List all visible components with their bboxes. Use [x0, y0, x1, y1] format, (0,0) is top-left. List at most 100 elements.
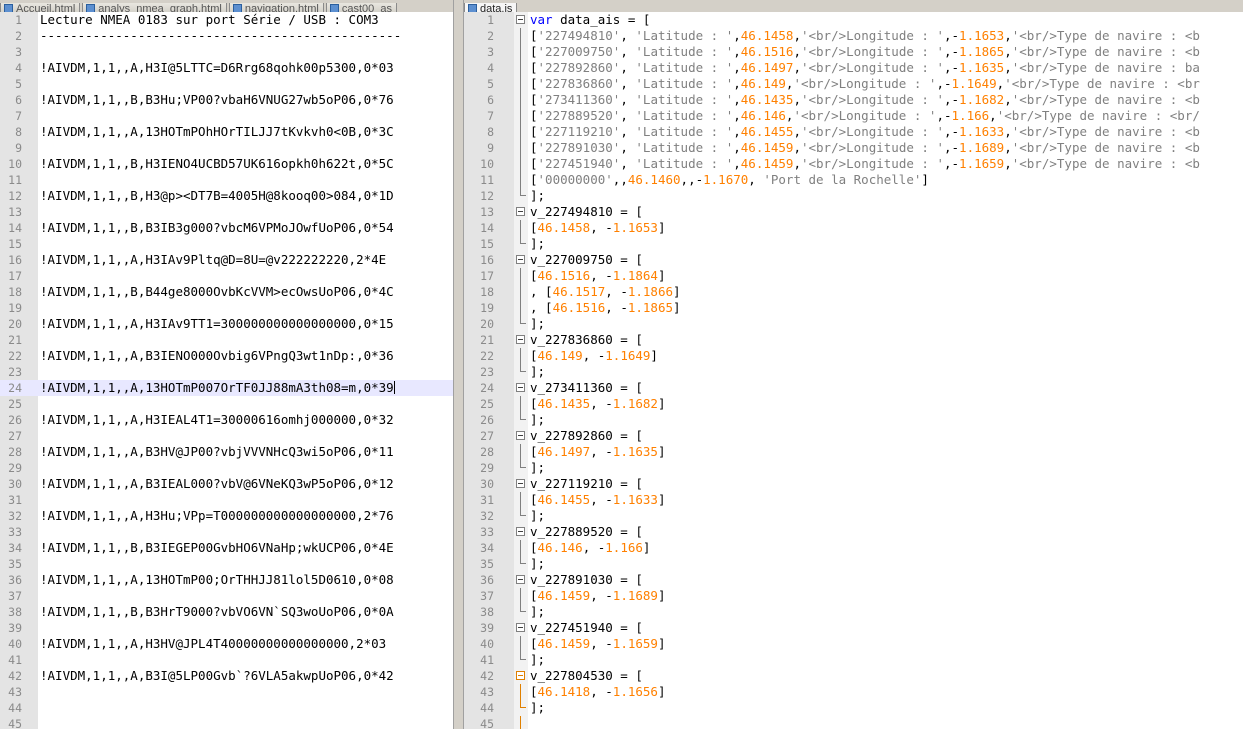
code-text[interactable]: ['227009750', 'Latitude : ',46.1516,'<br…	[530, 44, 1200, 60]
code-line[interactable]: 19 , [46.1516, -1.1865]	[464, 300, 1243, 316]
fold-toggle-icon[interactable]	[516, 575, 525, 584]
code-line[interactable]: 24 v_273411360 = [	[464, 380, 1243, 396]
code-line[interactable]: 44];	[464, 700, 1243, 716]
code-line[interactable]: 41];	[464, 652, 1243, 668]
code-text[interactable]: !AIVDM,1,1,,A,B3IEAL000?vbV@6VNeKQ3wP5oP…	[40, 476, 394, 492]
code-text[interactable]: [46.1418, -1.1656]	[530, 684, 665, 700]
code-line[interactable]: 21	[0, 332, 453, 348]
code-line[interactable]: 32];	[464, 508, 1243, 524]
code-text[interactable]: !AIVDM,1,1,,B,B3IEGEP00GvbHO6VNaHp;wkUCP…	[40, 540, 394, 556]
code-text[interactable]: [46.1458, -1.1653]	[530, 220, 665, 236]
code-line[interactable]: 17 [46.1516, -1.1864]	[464, 268, 1243, 284]
right-code-lines[interactable]: 1 var data_ais = [2 ['227494810', 'Latitud…	[464, 12, 1243, 729]
code-text[interactable]: , [46.1517, -1.1866]	[530, 284, 681, 300]
code-line[interactable]: 18 , [46.1517, -1.1866]	[464, 284, 1243, 300]
code-line[interactable]: 39	[0, 620, 453, 636]
code-line[interactable]: 35	[0, 556, 453, 572]
code-line[interactable]: 23];	[464, 364, 1243, 380]
code-text[interactable]: ];	[530, 236, 545, 252]
code-line[interactable]: 28 [46.1497, -1.1635]	[464, 444, 1243, 460]
code-text[interactable]: ];	[530, 604, 545, 620]
code-line[interactable]: 1 var data_ais = [	[464, 12, 1243, 28]
code-text[interactable]: !AIVDM,1,1,,A,H3I@5LTTC=D6Rrg68qohk00p53…	[40, 60, 394, 76]
code-line[interactable]: 16 v_227009750 = [	[464, 252, 1243, 268]
code-text[interactable]: v_273411360 = [	[530, 380, 643, 396]
code-line[interactable]: 1 Lecture NMEA 0183 sur port Série / USB …	[0, 12, 453, 28]
code-text[interactable]: !AIVDM,1,1,,B,B3IB3g000?vbcM6VPMoJOwfUoP…	[40, 220, 394, 236]
code-line[interactable]: 15	[0, 236, 453, 252]
code-line[interactable]: 11 ['00000000',,46.1460,,-1.1670, 'Port d…	[464, 172, 1243, 188]
code-line[interactable]: 22 !AIVDM,1,1,,A,B3IENO000Ovbig6VPngQ3wt1…	[0, 348, 453, 364]
fold-toggle-icon[interactable]	[516, 623, 525, 632]
code-line[interactable]: 33	[0, 524, 453, 540]
code-text[interactable]: ];	[530, 412, 545, 428]
code-text[interactable]: ];	[530, 188, 545, 204]
pane-splitter[interactable]	[453, 0, 464, 729]
code-text[interactable]: ];	[530, 700, 545, 716]
code-text[interactable]: ['227119210', 'Latitude : ',46.1455,'<br…	[530, 124, 1200, 140]
code-text[interactable]: var data_ais = [	[530, 12, 650, 28]
code-text[interactable]: [46.1455, -1.1633]	[530, 492, 665, 508]
code-line[interactable]: 37 [46.1459, -1.1689]	[464, 588, 1243, 604]
code-line[interactable]: 41	[0, 652, 453, 668]
code-line[interactable]: 29];	[464, 460, 1243, 476]
code-line[interactable]: 29	[0, 460, 453, 476]
code-text[interactable]: !AIVDM,1,1,,A,13HOTmP00;OrTHHJJ81lol5D06…	[40, 572, 394, 588]
left-editor[interactable]: 1 Lecture NMEA 0183 sur port Série / USB …	[0, 12, 453, 729]
code-text[interactable]: v_227891030 = [	[530, 572, 643, 588]
code-line[interactable]: 34 !AIVDM,1,1,,B,B3IEGEP00GvbHO6VNaHp;wkU…	[0, 540, 453, 556]
code-text[interactable]: ];	[530, 316, 545, 332]
fold-toggle-icon[interactable]	[516, 431, 525, 440]
code-text[interactable]: ['227892860', 'Latitude : ',46.1497,'<br…	[530, 60, 1200, 76]
code-line[interactable]: 20 !AIVDM,1,1,,A,H3IAv9TT1=30000000000000…	[0, 316, 453, 332]
code-text[interactable]: !AIVDM,1,1,,B,B3Hu;VP00?vbaH6VNUG27wb5oP…	[40, 92, 394, 108]
code-text[interactable]: [46.1459, -1.1659]	[530, 636, 665, 652]
code-line[interactable]: 4 !AIVDM,1,1,,A,H3I@5LTTC=D6Rrg68qohk00p5…	[0, 60, 453, 76]
code-text[interactable]: ['227494810', 'Latitude : ',46.1458,'<br…	[530, 28, 1200, 44]
code-line[interactable]: 7 ['227889520', 'Latitude : ',46.146,'<br…	[464, 108, 1243, 124]
code-line[interactable]: 10 !AIVDM,1,1,,B,H3IENO4UCBD57UK616opkh0h…	[0, 156, 453, 172]
fold-toggle-icon[interactable]	[516, 15, 525, 24]
fold-toggle-icon[interactable]	[516, 479, 525, 488]
code-line[interactable]: 24 !AIVDM,1,1,,A,13HOTmP007OrTF0JJ88mA3th…	[0, 380, 453, 396]
code-line[interactable]: 20];	[464, 316, 1243, 332]
code-line[interactable]: 36 !AIVDM,1,1,,A,13HOTmP00;OrTHHJJ81lol5D…	[0, 572, 453, 588]
fold-toggle-icon[interactable]	[516, 527, 525, 536]
code-line[interactable]: 43	[0, 684, 453, 700]
code-text[interactable]: !AIVDM,1,1,,A,B3HV@JP00?vbjVVVNHcQ3wi5oP…	[40, 444, 394, 460]
code-line[interactable]: 18 !AIVDM,1,1,,B,B44ge8000OvbKcVVM>ecOwsU…	[0, 284, 453, 300]
code-text[interactable]: !AIVDM,1,1,,A,B3IENO000Ovbig6VPngQ3wt1nD…	[40, 348, 394, 364]
code-text[interactable]: !AIVDM,1,1,,A,B3I@5LP00Gvb`?6VLA5akwpUoP…	[40, 668, 394, 684]
code-text[interactable]: v_227494810 = [	[530, 204, 643, 220]
code-text[interactable]: ];	[530, 460, 545, 476]
code-line[interactable]: 27 v_227892860 = [	[464, 428, 1243, 444]
code-text[interactable]: ['227451940', 'Latitude : ',46.1459,'<br…	[530, 156, 1200, 172]
code-line[interactable]: 37	[0, 588, 453, 604]
code-line[interactable]: 7	[0, 108, 453, 124]
code-text[interactable]: ];	[530, 556, 545, 572]
code-line[interactable]: 30 !AIVDM,1,1,,A,B3IEAL000?vbV@6VNeKQ3wP5…	[0, 476, 453, 492]
code-text[interactable]: Lecture NMEA 0183 sur port Série / USB :…	[40, 12, 379, 28]
code-line[interactable]: 33 v_227889520 = [	[464, 524, 1243, 540]
code-line[interactable]: 27	[0, 428, 453, 444]
code-line[interactable]: 34 [46.146, -1.166]	[464, 540, 1243, 556]
code-line[interactable]: 26 !AIVDM,1,1,,A,H3IEAL4T1=30000616omhj00…	[0, 412, 453, 428]
code-text[interactable]: [46.149, -1.1649]	[530, 348, 658, 364]
code-line[interactable]: 12 !AIVDM,1,1,,B,H3@p><DT7B=4005H@8kooq00…	[0, 188, 453, 204]
code-line[interactable]: 45	[464, 716, 1243, 729]
code-text[interactable]: !AIVDM,1,1,,A,H3IAv9TT1=3000000000000000…	[40, 316, 394, 332]
code-text[interactable]: ];	[530, 652, 545, 668]
fold-toggle-icon[interactable]	[516, 383, 525, 392]
code-line[interactable]: 2 ---------------------------------------…	[0, 28, 453, 44]
left-code-lines[interactable]: 1 Lecture NMEA 0183 sur port Série / USB …	[0, 12, 453, 729]
code-line[interactable]: 35];	[464, 556, 1243, 572]
code-text[interactable]: !AIVDM,1,1,,A,13HOTmPOhHOrTILJJ7tKvkvh0<…	[40, 124, 394, 140]
code-line[interactable]: 38];	[464, 604, 1243, 620]
code-line[interactable]: 22 [46.149, -1.1649]	[464, 348, 1243, 364]
code-line[interactable]: 42 !AIVDM,1,1,,A,B3I@5LP00Gvb`?6VLA5akwpU…	[0, 668, 453, 684]
fold-toggle-icon[interactable]	[516, 207, 525, 216]
code-line[interactable]: 15];	[464, 236, 1243, 252]
code-text[interactable]: ['00000000',,46.1460,,-1.1670, 'Port de …	[530, 172, 929, 188]
code-text[interactable]: ['273411360', 'Latitude : ',46.1435,'<br…	[530, 92, 1200, 108]
code-text[interactable]: !AIVDM,1,1,,B,B44ge8000OvbKcVVM>ecOwsUoP…	[40, 284, 394, 300]
